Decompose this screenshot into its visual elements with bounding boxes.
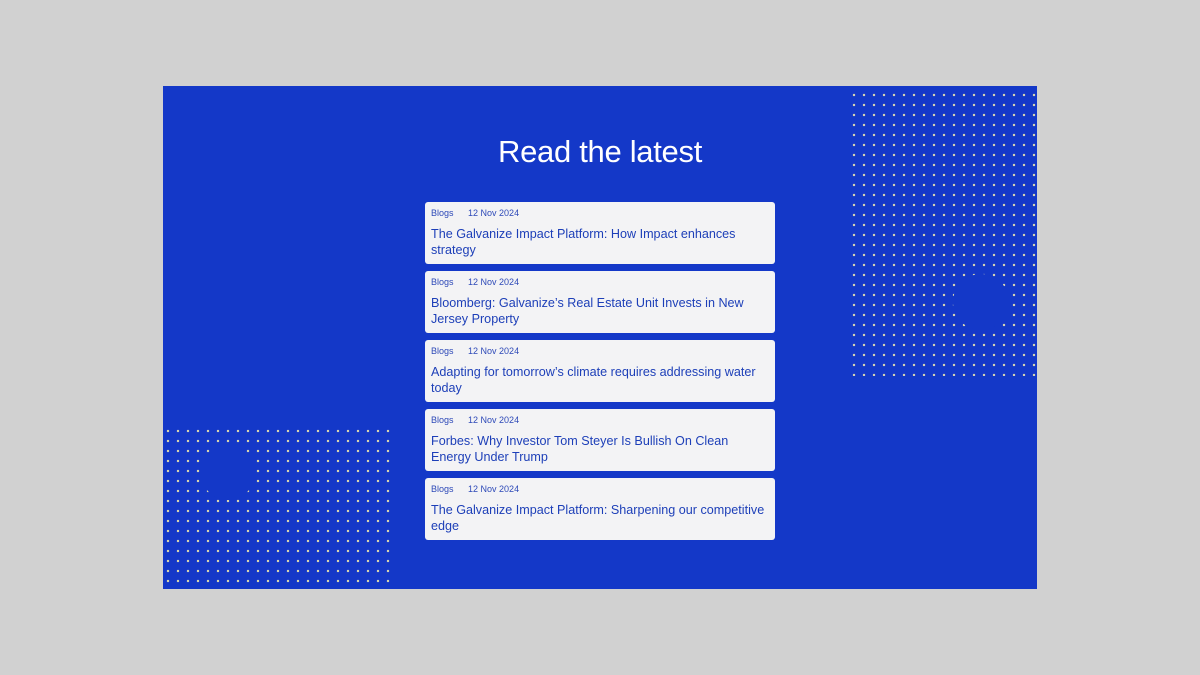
article-title-link[interactable]: The Galvanize Impact Platform: Sharpenin… bbox=[431, 502, 769, 534]
circle-decoration bbox=[953, 274, 1009, 330]
article-category: Blogs bbox=[431, 415, 454, 425]
article-title-link[interactable]: Bloomberg: Galvanize’s Real Estate Unit … bbox=[431, 295, 769, 327]
article-card[interactable]: Blogs 12 Nov 2024 The Galvanize Impact P… bbox=[425, 202, 775, 264]
article-title-link[interactable]: Adapting for tomorrow’s climate requires… bbox=[431, 364, 769, 396]
article-meta: Blogs 12 Nov 2024 bbox=[431, 484, 769, 498]
article-list: Blogs 12 Nov 2024 The Galvanize Impact P… bbox=[425, 202, 775, 547]
article-card[interactable]: Blogs 12 Nov 2024 Bloomberg: Galvanize’s… bbox=[425, 271, 775, 333]
article-card[interactable]: Blogs 12 Nov 2024 The Galvanize Impact P… bbox=[425, 478, 775, 540]
article-date: 12 Nov 2024 bbox=[468, 415, 520, 425]
dot-pattern-decoration bbox=[163, 426, 391, 586]
section-heading: Read the latest bbox=[497, 134, 703, 169]
article-meta: Blogs 12 Nov 2024 bbox=[431, 346, 769, 360]
article-meta: Blogs 12 Nov 2024 bbox=[431, 208, 769, 222]
article-category: Blogs bbox=[431, 208, 454, 218]
circle-decoration bbox=[201, 446, 255, 500]
article-date: 12 Nov 2024 bbox=[468, 346, 520, 356]
article-date: 12 Nov 2024 bbox=[468, 277, 520, 287]
article-meta: Blogs 12 Nov 2024 bbox=[431, 277, 769, 291]
article-category: Blogs bbox=[431, 346, 454, 356]
dot-pattern-decoration bbox=[849, 90, 1037, 376]
article-card[interactable]: Blogs 12 Nov 2024 Adapting for tomorrow’… bbox=[425, 340, 775, 402]
latest-section: Read the latest Blogs 12 Nov 2024 The Ga… bbox=[163, 86, 1037, 589]
article-date: 12 Nov 2024 bbox=[468, 208, 520, 218]
article-meta: Blogs 12 Nov 2024 bbox=[431, 415, 769, 429]
article-card[interactable]: Blogs 12 Nov 2024 Forbes: Why Investor T… bbox=[425, 409, 775, 471]
article-date: 12 Nov 2024 bbox=[468, 484, 520, 494]
article-title-link[interactable]: The Galvanize Impact Platform: How Impac… bbox=[431, 226, 769, 258]
article-title-link[interactable]: Forbes: Why Investor Tom Steyer Is Bulli… bbox=[431, 433, 769, 465]
article-category: Blogs bbox=[431, 484, 454, 494]
article-category: Blogs bbox=[431, 277, 454, 287]
